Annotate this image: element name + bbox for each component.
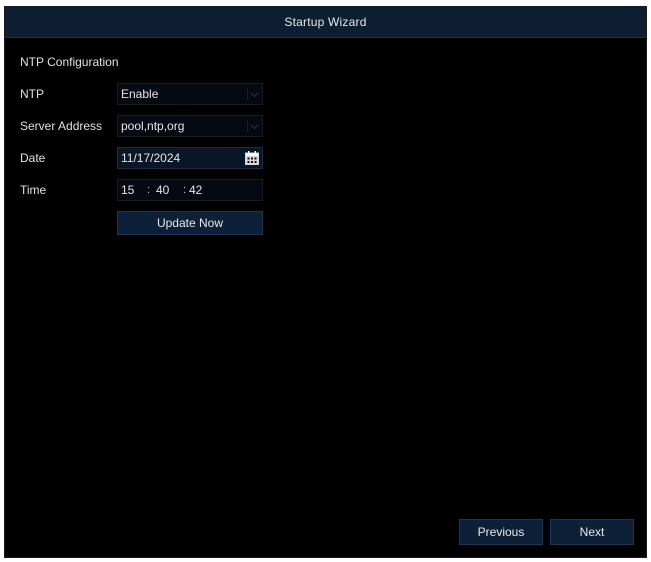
calendar-icon[interactable]	[244, 150, 260, 166]
startup-wizard-window: Startup Wizard NTP Configuration NTP Ena…	[4, 6, 647, 558]
date-value: 11/17/2024	[121, 151, 181, 165]
ntp-select-value: Enable	[121, 87, 159, 101]
next-button[interactable]: Next	[550, 519, 634, 545]
server-address-label: Server Address	[20, 119, 103, 133]
chevron-down-icon[interactable]	[247, 88, 260, 100]
next-label: Next	[579, 525, 605, 539]
time-second[interactable]: 42	[189, 180, 202, 200]
time-minute[interactable]: 40	[156, 180, 169, 200]
update-now-label: Update Now	[156, 216, 224, 230]
previous-label: Previous	[477, 525, 525, 539]
date-label: Date	[20, 151, 46, 165]
date-field[interactable]: 11/17/2024	[117, 147, 263, 169]
server-address-value: pool,ntp,org	[121, 119, 185, 133]
update-now-button[interactable]: Update Now	[117, 211, 263, 235]
time-field[interactable]: 15 : 40 : 42	[117, 179, 263, 201]
title-bar: Startup Wizard	[5, 7, 646, 38]
server-address-select[interactable]: pool,ntp,org	[117, 115, 263, 137]
time-hour[interactable]: 15	[121, 180, 134, 200]
time-label: Time	[20, 183, 47, 197]
time-separator: :	[183, 184, 187, 196]
ntp-select[interactable]: Enable	[117, 83, 263, 105]
previous-button[interactable]: Previous	[459, 519, 543, 545]
window-title: Startup Wizard	[284, 15, 367, 29]
chevron-down-icon[interactable]	[247, 120, 260, 132]
ntp-label: NTP	[20, 87, 44, 101]
section-title: NTP Configuration	[20, 55, 119, 69]
time-separator: :	[147, 184, 151, 196]
